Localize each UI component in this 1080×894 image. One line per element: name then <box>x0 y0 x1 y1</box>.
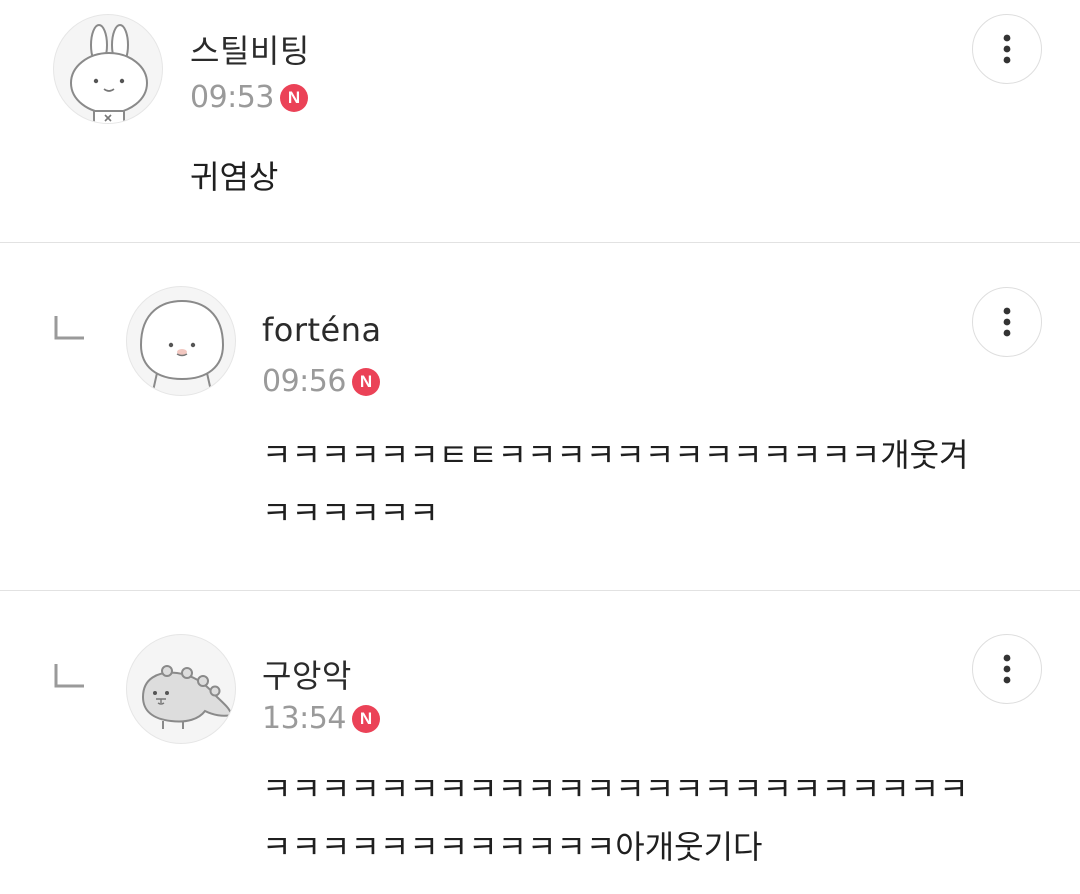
more-options-button[interactable] <box>972 287 1042 357</box>
new-badge: N <box>351 367 380 396</box>
new-badge: N <box>351 704 380 733</box>
more-vertical-icon <box>1003 654 1011 684</box>
comment-meta: 09:53 N <box>190 80 308 120</box>
comment-time: 13:54 <box>262 701 346 736</box>
comment-item: 스틸비팅 09:53 N 귀염상 <box>0 0 1080 242</box>
more-vertical-icon <box>1003 307 1011 337</box>
more-vertical-icon <box>1003 34 1011 64</box>
dinosaur-avatar-icon <box>141 665 233 729</box>
comment-author[interactable]: 스틸비팅 <box>190 26 310 72</box>
comment-author[interactable]: forténa <box>262 311 382 349</box>
more-options-button[interactable] <box>972 14 1042 84</box>
comment-text: ㅋㅋㅋㅋㅋㅋㅋㅋㅋㅋㅋㅋㅋㅋㅋㅋㅋㅋㅋㅋㅋㅋㅋㅋㅋㅋㅋㅋㅋㅋㅋㅋㅋㅋㅋㅋ아개웃기… <box>262 770 969 866</box>
avatar[interactable] <box>126 634 236 744</box>
comment-item-reply: forténa 09:56 N ㅋㅋㅋㅋㅋㅋㅌㅌㅋㅋㅋㅋㅋㅋㅋㅋㅋㅋㅋㅋㅋ개웃겨 … <box>0 243 1080 590</box>
more-options-button[interactable] <box>972 634 1042 704</box>
avatar[interactable] <box>126 286 236 396</box>
comment-list: 스틸비팅 09:53 N 귀염상 forténa 09:56 N ㅋㅋㅋㅋㅋㅋㅌ… <box>0 0 1080 894</box>
comment-item-reply: 구앙악 13:54 N ㅋㅋㅋㅋㅋㅋㅋㅋㅋㅋㅋㅋㅋㅋㅋㅋㅋㅋㅋㅋㅋㅋㅋㅋㅋㅋㅋㅋㅋ… <box>0 591 1080 894</box>
comment-text: ㅋㅋㅋㅋㅋㅋㅌㅌㅋㅋㅋㅋㅋㅋㅋㅋㅋㅋㅋㅋㅋ개웃겨 ㅋㅋㅋㅋㅋㅋ <box>262 436 979 532</box>
reply-arrow-icon <box>53 314 87 342</box>
avatar[interactable] <box>53 14 163 124</box>
new-badge: N <box>279 83 308 112</box>
comment-time: 09:53 <box>190 80 274 115</box>
comment-meta: 13:54 N <box>262 701 380 741</box>
reply-arrow-icon <box>53 662 87 690</box>
bunny-avatar-icon <box>70 24 148 123</box>
comment-time: 09:56 <box>262 364 346 399</box>
comment-text: 귀염상 <box>190 158 279 196</box>
comment-author[interactable]: 구앙악 <box>262 651 352 697</box>
seal-avatar-icon <box>139 299 225 392</box>
comment-meta: 09:56 N <box>262 364 380 404</box>
